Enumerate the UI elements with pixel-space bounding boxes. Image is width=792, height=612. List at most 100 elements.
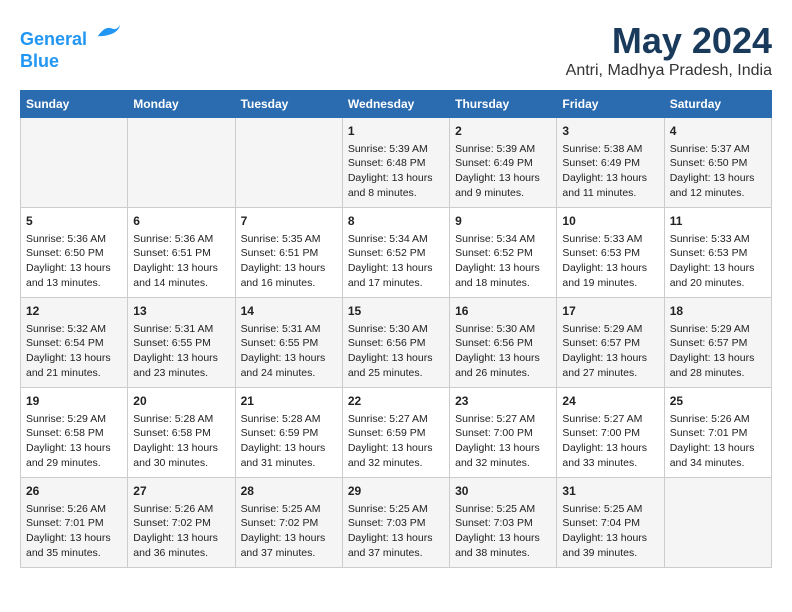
- day-number: 4: [670, 123, 766, 140]
- calendar-week-row: 5 Sunrise: 5:36 AM Sunset: 6:50 PM Daylig…: [21, 208, 772, 298]
- day-number: 8: [348, 213, 444, 230]
- day-number: 9: [455, 213, 551, 230]
- calendar-cell: 23Sunrise: 5:27 AM Sunset: 7:00 PM Dayli…: [450, 388, 557, 478]
- header-day: Thursday: [450, 91, 557, 118]
- header-day: Saturday: [664, 91, 771, 118]
- calendar-cell: 1 Sunrise: 5:39 AM Sunset: 6:48 PM Daylig…: [342, 118, 449, 208]
- day-number: 24: [562, 393, 658, 410]
- calendar-cell: 10Sunrise: 5:33 AM Sunset: 6:53 PM Dayli…: [557, 208, 664, 298]
- day-info: Sunrise: 5:28 AM Sunset: 6:58 PM Dayligh…: [133, 412, 229, 471]
- day-info: Sunrise: 5:38 AM Sunset: 6:49 PM Dayligh…: [562, 142, 658, 201]
- day-number: 22: [348, 393, 444, 410]
- calendar-week-row: 26 Sunrise: 5:26 AM Sunset: 7:01 PM Dayli…: [21, 478, 772, 568]
- day-info: Sunrise: 5:31 AM Sunset: 6:55 PM Dayligh…: [133, 322, 229, 381]
- day-number: 16: [455, 303, 551, 320]
- calendar-cell: 28Sunrise: 5:25 AM Sunset: 7:02 PM Dayli…: [235, 478, 342, 568]
- calendar-cell: 15 Sunrise: 5:30 AM Sunset: 6:56 PM Dayli…: [342, 298, 449, 388]
- calendar-body: 1 Sunrise: 5:39 AM Sunset: 6:48 PM Daylig…: [21, 118, 772, 568]
- logo-bird-icon: [94, 20, 124, 45]
- calendar-cell: 29 Sunrise: 5:25 AM Sunset: 7:03 PM Dayli…: [342, 478, 449, 568]
- calendar-cell: [235, 118, 342, 208]
- calendar-cell: 21 Sunrise: 5:28 AM Sunset: 6:59 PM Dayli…: [235, 388, 342, 478]
- day-number: 26: [26, 483, 122, 500]
- logo-text: General: [20, 20, 124, 51]
- day-info: Sunrise: 5:29 AM Sunset: 6:57 PM Dayligh…: [562, 322, 658, 381]
- logo-blue: Blue: [20, 51, 124, 73]
- header-row: SundayMondayTuesdayWednesdayThursdayFrid…: [21, 91, 772, 118]
- day-number: 1: [348, 123, 444, 140]
- day-info: Sunrise: 5:26 AM Sunset: 7:01 PM Dayligh…: [670, 412, 766, 471]
- calendar-cell: 24 Sunrise: 5:27 AM Sunset: 7:00 PM Dayli…: [557, 388, 664, 478]
- day-info: Sunrise: 5:34 AM Sunset: 6:52 PM Dayligh…: [455, 232, 551, 291]
- day-info: Sunrise: 5:33 AM Sunset: 6:53 PM Dayligh…: [562, 232, 658, 291]
- day-number: 19: [26, 393, 122, 410]
- calendar-cell: 14Sunrise: 5:31 AM Sunset: 6:55 PM Dayli…: [235, 298, 342, 388]
- day-info: Sunrise: 5:27 AM Sunset: 7:00 PM Dayligh…: [455, 412, 551, 471]
- day-number: 11: [670, 213, 766, 230]
- calendar-cell: 31 Sunrise: 5:25 AM Sunset: 7:04 PM Dayli…: [557, 478, 664, 568]
- day-number: 12: [26, 303, 122, 320]
- calendar-header: SundayMondayTuesdayWednesdayThursdayFrid…: [21, 91, 772, 118]
- day-info: Sunrise: 5:36 AM Sunset: 6:50 PM Dayligh…: [26, 232, 122, 291]
- day-number: 17: [562, 303, 658, 320]
- day-info: Sunrise: 5:26 AM Sunset: 7:02 PM Dayligh…: [133, 502, 229, 561]
- day-number: 27: [133, 483, 229, 500]
- location: Antri, Madhya Pradesh, India: [566, 62, 772, 80]
- calendar-week-row: 12Sunrise: 5:32 AM Sunset: 6:54 PM Dayli…: [21, 298, 772, 388]
- day-number: 15: [348, 303, 444, 320]
- day-info: Sunrise: 5:30 AM Sunset: 6:56 PM Dayligh…: [348, 322, 444, 381]
- day-number: 18: [670, 303, 766, 320]
- calendar-cell: 2 Sunrise: 5:39 AM Sunset: 6:49 PM Daylig…: [450, 118, 557, 208]
- day-info: Sunrise: 5:39 AM Sunset: 6:49 PM Dayligh…: [455, 142, 551, 201]
- calendar-cell: 18 Sunrise: 5:29 AM Sunset: 6:57 PM Dayli…: [664, 298, 771, 388]
- day-number: 14: [241, 303, 337, 320]
- day-number: 3: [562, 123, 658, 140]
- title-block: May 2024 Antri, Madhya Pradesh, India: [566, 20, 772, 80]
- day-number: 21: [241, 393, 337, 410]
- calendar-week-row: 19 Sunrise: 5:29 AM Sunset: 6:58 PM Dayli…: [21, 388, 772, 478]
- day-number: 25: [670, 393, 766, 410]
- calendar-cell: 16 Sunrise: 5:30 AM Sunset: 6:56 PM Dayli…: [450, 298, 557, 388]
- day-number: 5: [26, 213, 122, 230]
- calendar-cell: [664, 478, 771, 568]
- day-number: 31: [562, 483, 658, 500]
- day-number: 28: [241, 483, 337, 500]
- header-day: Monday: [128, 91, 235, 118]
- day-info: Sunrise: 5:27 AM Sunset: 7:00 PM Dayligh…: [562, 412, 658, 471]
- day-number: 6: [133, 213, 229, 230]
- day-info: Sunrise: 5:35 AM Sunset: 6:51 PM Dayligh…: [241, 232, 337, 291]
- day-number: 20: [133, 393, 229, 410]
- day-info: Sunrise: 5:29 AM Sunset: 6:57 PM Dayligh…: [670, 322, 766, 381]
- calendar-cell: [128, 118, 235, 208]
- day-number: 7: [241, 213, 337, 230]
- day-info: Sunrise: 5:25 AM Sunset: 7:03 PM Dayligh…: [348, 502, 444, 561]
- day-number: 29: [348, 483, 444, 500]
- day-info: Sunrise: 5:26 AM Sunset: 7:01 PM Dayligh…: [26, 502, 122, 561]
- calendar-cell: 13 Sunrise: 5:31 AM Sunset: 6:55 PM Dayli…: [128, 298, 235, 388]
- calendar-cell: 17 Sunrise: 5:29 AM Sunset: 6:57 PM Dayli…: [557, 298, 664, 388]
- calendar-cell: 19 Sunrise: 5:29 AM Sunset: 6:58 PM Dayli…: [21, 388, 128, 478]
- day-info: Sunrise: 5:39 AM Sunset: 6:48 PM Dayligh…: [348, 142, 444, 201]
- day-number: 2: [455, 123, 551, 140]
- day-number: 13: [133, 303, 229, 320]
- day-number: 30: [455, 483, 551, 500]
- calendar-cell: 11Sunrise: 5:33 AM Sunset: 6:53 PM Dayli…: [664, 208, 771, 298]
- calendar-cell: [21, 118, 128, 208]
- month-title: May 2024: [566, 20, 772, 62]
- day-info: Sunrise: 5:29 AM Sunset: 6:58 PM Dayligh…: [26, 412, 122, 471]
- day-info: Sunrise: 5:30 AM Sunset: 6:56 PM Dayligh…: [455, 322, 551, 381]
- header-day: Tuesday: [235, 91, 342, 118]
- calendar-cell: 30Sunrise: 5:25 AM Sunset: 7:03 PM Dayli…: [450, 478, 557, 568]
- calendar-cell: 20 Sunrise: 5:28 AM Sunset: 6:58 PM Dayli…: [128, 388, 235, 478]
- day-info: Sunrise: 5:34 AM Sunset: 6:52 PM Dayligh…: [348, 232, 444, 291]
- calendar-cell: 25 Sunrise: 5:26 AM Sunset: 7:01 PM Dayli…: [664, 388, 771, 478]
- day-info: Sunrise: 5:28 AM Sunset: 6:59 PM Dayligh…: [241, 412, 337, 471]
- day-info: Sunrise: 5:25 AM Sunset: 7:04 PM Dayligh…: [562, 502, 658, 561]
- calendar-cell: 22Sunrise: 5:27 AM Sunset: 6:59 PM Dayli…: [342, 388, 449, 478]
- calendar-week-row: 1 Sunrise: 5:39 AM Sunset: 6:48 PM Daylig…: [21, 118, 772, 208]
- calendar-cell: 5 Sunrise: 5:36 AM Sunset: 6:50 PM Daylig…: [21, 208, 128, 298]
- calendar-cell: 3 Sunrise: 5:38 AM Sunset: 6:49 PM Daylig…: [557, 118, 664, 208]
- header-day: Friday: [557, 91, 664, 118]
- header-day: Sunday: [21, 91, 128, 118]
- calendar-cell: 6Sunrise: 5:36 AM Sunset: 6:51 PM Daylig…: [128, 208, 235, 298]
